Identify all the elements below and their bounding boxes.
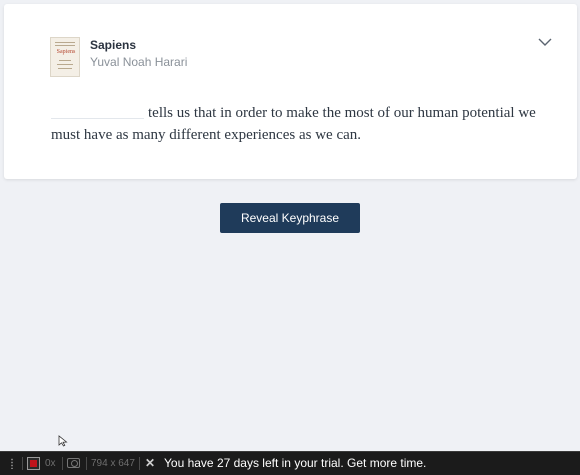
reveal-keyphrase-button[interactable]: Reveal Keyphrase: [220, 203, 360, 233]
chevron-down-icon[interactable]: [538, 37, 552, 47]
book-cover-title: Sapiens: [56, 49, 76, 55]
record-stop-icon[interactable]: [27, 457, 40, 470]
camera-icon[interactable]: [67, 458, 80, 468]
drag-handle-icon[interactable]: [10, 458, 14, 469]
trial-days-text: You have 27 days left in your trial.: [164, 456, 344, 470]
divider: [62, 457, 63, 470]
mouse-pointer-icon: [58, 435, 68, 447]
book-title: Sapiens: [90, 38, 137, 52]
divider: [139, 457, 140, 470]
keyphrase-blank: [51, 104, 144, 119]
zoom-readout: 0x: [45, 458, 56, 469]
dimensions-readout: 794 x 647: [91, 458, 135, 469]
get-more-time-link[interactable]: Get more time.: [347, 456, 426, 470]
book-card: Sapiens Sapiens Yuval Noah Harari tells …: [4, 4, 577, 179]
quote-text: tells us that in order to make the most …: [51, 102, 551, 146]
book-cover-image: Sapiens: [50, 37, 80, 77]
close-icon[interactable]: ✕: [145, 456, 155, 470]
divider: [86, 457, 87, 470]
book-author: Yuval Noah Harari: [90, 55, 188, 69]
trial-message: You have 27 days left in your trial. Get…: [164, 456, 426, 471]
recorder-taskbar: 0x 794 x 647 ✕ You have 27 days left in …: [0, 451, 580, 475]
divider: [22, 457, 23, 470]
